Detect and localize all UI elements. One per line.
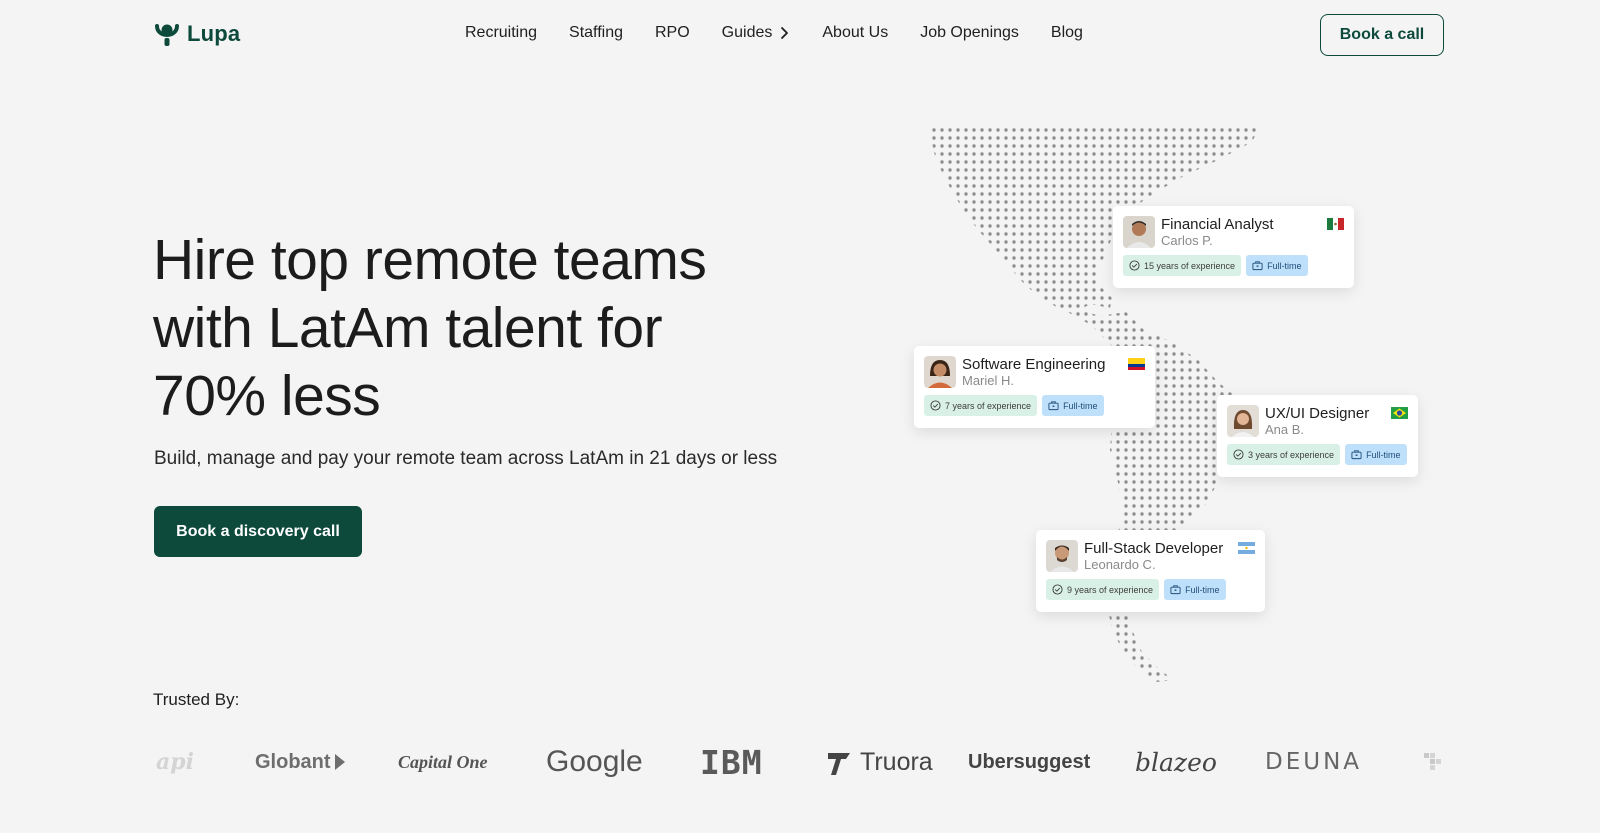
- globant-logo: Globant: [255, 732, 347, 792]
- hero-subtitle: Build, manage and pay your remote team a…: [154, 448, 778, 469]
- briefcase-icon: [1170, 585, 1181, 595]
- nav-about-us[interactable]: About Us: [822, 24, 888, 42]
- truora-logo: Truora: [826, 732, 933, 792]
- hero-title-line-2: with LatAm talent for: [153, 296, 663, 360]
- card-name: Mariel H.: [962, 373, 1015, 388]
- fulltime-tag: Full-time: [1246, 255, 1308, 276]
- experience-tag: 15 years of experience: [1123, 255, 1242, 276]
- nav-rpo[interactable]: RPO: [655, 24, 690, 42]
- avatar-mariel: [924, 356, 956, 388]
- avatar-carlos: [1123, 216, 1155, 248]
- experience-text: 9 years of experience: [1067, 584, 1154, 595]
- deuna-logo: DEUNA: [1265, 749, 1363, 775]
- hero-title: Hire top remote teams with LatAm talent …: [153, 226, 793, 430]
- check-badge-icon: [1233, 449, 1244, 460]
- nav-guides-label: Guides: [721, 24, 773, 41]
- experience-text: 7 years of experience: [945, 400, 1032, 411]
- fulltime-tag: Full-time: [1042, 395, 1104, 416]
- nav-guides[interactable]: Guides: [722, 24, 791, 42]
- experience-tag: 7 years of experience: [924, 395, 1038, 416]
- card-name: Ana B.: [1265, 422, 1305, 437]
- experience-tag: 3 years of experience: [1227, 444, 1341, 465]
- partial-logo-icon: [1424, 732, 1442, 792]
- fulltime-text: Full-time: [1185, 584, 1220, 595]
- colombia-flag-icon: [1128, 358, 1145, 370]
- card-role: Financial Analyst: [1161, 216, 1274, 233]
- check-badge-icon: [1129, 260, 1140, 271]
- trusted-by-label: Trusted By:: [153, 690, 240, 709]
- lupa-logo-icon: [155, 24, 179, 46]
- avatar-leonardo: [1046, 540, 1078, 572]
- talent-card-software-engineering[interactable]: Software Engineering Mariel H. 7 years o…: [914, 346, 1155, 428]
- mexico-flag-icon: [1327, 218, 1344, 230]
- talent-card-ux-ui-designer[interactable]: UX/UI Designer Ana B. 3 years of experie…: [1217, 395, 1418, 477]
- card-role: UX/UI Designer: [1265, 405, 1370, 422]
- experience-text: 3 years of experience: [1248, 449, 1335, 460]
- experience-tag: 9 years of experience: [1046, 579, 1160, 600]
- card-role: Software Engineering: [962, 356, 1106, 373]
- briefcase-icon: [1252, 261, 1263, 271]
- api-logo: api: [156, 749, 194, 775]
- check-badge-icon: [930, 400, 941, 411]
- talent-card-full-stack-developer[interactable]: Full-Stack Developer Leonardo C. 9 years…: [1036, 530, 1265, 612]
- fulltime-tag: Full-time: [1345, 444, 1407, 465]
- truora-logo-text: Truora: [860, 747, 933, 776]
- grid-mark-icon: [1424, 753, 1441, 770]
- globant-logo-text: Globant: [255, 750, 331, 773]
- nav-blog[interactable]: Blog: [1051, 24, 1083, 42]
- avatar-ana: [1227, 405, 1259, 437]
- lupa-logo[interactable]: Lupa: [153, 20, 240, 48]
- globant-arrow-icon: [334, 754, 345, 770]
- check-badge-icon: [1052, 584, 1063, 595]
- truora-mark-icon: [828, 753, 850, 775]
- fulltime-text: Full-time: [1366, 449, 1401, 460]
- nav-recruiting[interactable]: Recruiting: [465, 24, 537, 42]
- card-name: Leonardo C.: [1084, 557, 1156, 572]
- chevron-right-icon: [781, 27, 789, 39]
- google-logo: Google: [546, 745, 643, 778]
- nav-staffing[interactable]: Staffing: [569, 24, 623, 42]
- briefcase-icon: [1351, 450, 1362, 460]
- card-role: Full-Stack Developer: [1084, 540, 1224, 557]
- argentina-flag-icon: [1238, 542, 1255, 554]
- briefcase-icon: [1048, 401, 1059, 411]
- nav-job-openings[interactable]: Job Openings: [920, 24, 1019, 42]
- brazil-flag-icon: [1391, 407, 1408, 419]
- main-nav: Recruiting Staffing RPO Guides About Us …: [465, 24, 1115, 42]
- capital-one-logo: Capital One: [398, 751, 488, 772]
- fulltime-text: Full-time: [1063, 400, 1098, 411]
- ubersuggest-logo: Ubersuggest: [968, 750, 1091, 773]
- fulltime-text: Full-time: [1267, 260, 1302, 271]
- ibm-logo: IBM: [700, 742, 763, 782]
- logo-text: Lupa: [187, 21, 241, 46]
- experience-text: 15 years of experience: [1144, 260, 1236, 271]
- site-header: Lupa Recruiting Staffing RPO Guides Abou…: [0, 0, 1600, 72]
- hero-title-line-3: 70% less: [153, 364, 381, 428]
- hero-title-line-1: Hire top remote teams: [153, 228, 707, 292]
- client-logo-strip: api Globant Capital One Google IBM Truor…: [150, 732, 1450, 792]
- talent-card-financial-analyst[interactable]: Financial Analyst Carlos P. 15 years of …: [1113, 206, 1354, 288]
- book-call-button[interactable]: Book a call: [1320, 14, 1444, 56]
- card-name: Carlos P.: [1161, 233, 1213, 248]
- book-discovery-call-button[interactable]: Book a discovery call: [154, 506, 362, 557]
- fulltime-tag: Full-time: [1164, 579, 1226, 600]
- blazeo-logo: blazeo: [1135, 747, 1217, 777]
